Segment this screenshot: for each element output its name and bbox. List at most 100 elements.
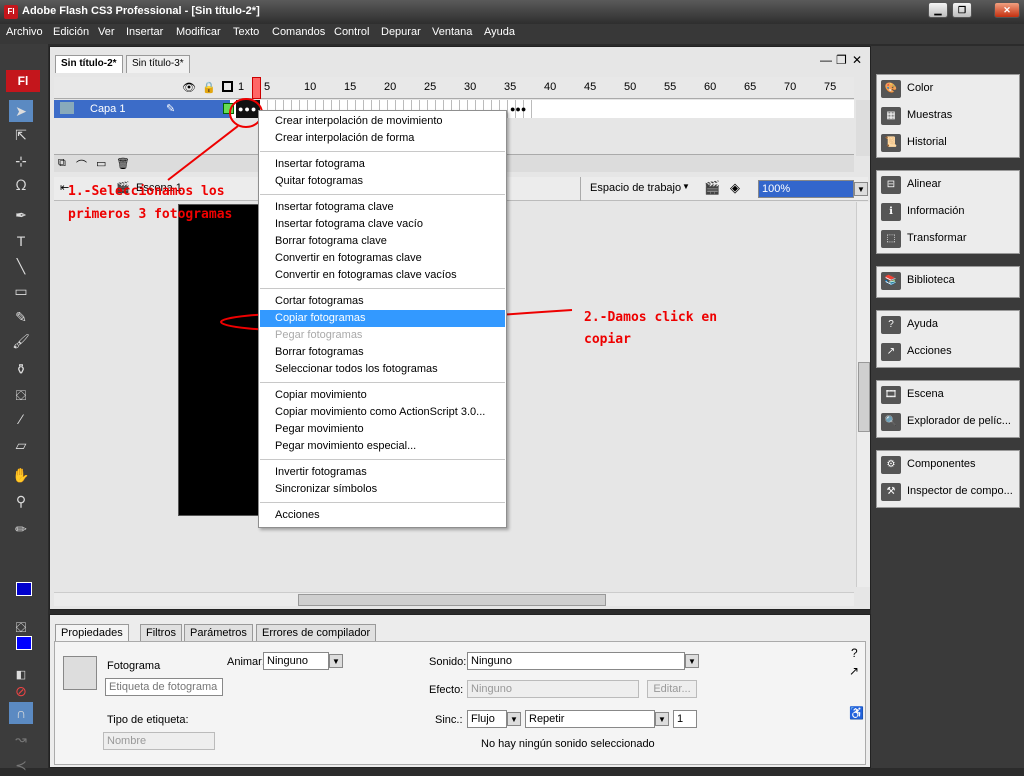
- menu-separator: [260, 459, 505, 460]
- expand-icon[interactable]: ↗: [849, 664, 859, 678]
- menu-separator: [260, 502, 505, 503]
- context-menu-item[interactable]: Cortar fotogramas: [260, 293, 505, 310]
- panel-item[interactable]: ↗ Acciones: [881, 340, 1017, 364]
- panel-item[interactable]: ℹ Información: [881, 200, 1017, 224]
- panel-item-label: Escena: [907, 388, 944, 400]
- annotation1-line2: primeros 3 fotogramas: [68, 207, 233, 222]
- label-type-select[interactable]: Nombre: [103, 732, 215, 750]
- annotation1-line: [167, 125, 239, 181]
- panel-item-label: Ayuda: [907, 318, 938, 330]
- panel-group-1: 🎨 Color ▦ Muestras 📜 Historial: [876, 74, 1020, 158]
- panel-item[interactable]: ⚒ Inspector de compo...: [881, 480, 1017, 504]
- panel-item-icon: ▦: [881, 107, 901, 125]
- context-menu-item[interactable]: Insertar fotograma clave vacío: [260, 216, 505, 233]
- panel-item-label: Acciones: [907, 345, 952, 357]
- menu-separator: [260, 288, 505, 289]
- panel-item[interactable]: 🎨 Color: [881, 77, 1017, 101]
- panel-item-label: Explorador de pelíc...: [907, 415, 1011, 427]
- frame-name-input[interactable]: Etiqueta de fotograma: [105, 678, 223, 696]
- repeat-count-input[interactable]: 1: [673, 710, 697, 728]
- panel-item-label: Alinear: [907, 178, 942, 190]
- panel-item-icon: ⚒: [881, 483, 901, 501]
- sound-select[interactable]: Ninguno: [467, 652, 685, 670]
- context-menu-item[interactable]: Seleccionar todos los fotogramas: [260, 361, 505, 378]
- panel-item-icon: 🎞: [881, 386, 901, 404]
- panel-item[interactable]: ⊟ Alinear: [881, 173, 1017, 197]
- panel-group-5: 🎞 Escena 🔍 Explorador de pelíc...: [876, 380, 1020, 438]
- sync-select[interactable]: Flujo: [467, 710, 507, 728]
- label-type-label: Tipo de etiqueta:: [107, 714, 189, 726]
- tween-dropdown-icon[interactable]: ▼: [329, 654, 343, 668]
- panel-item-label: Información: [907, 205, 965, 217]
- panel-item[interactable]: 🔍 Explorador de pelíc...: [881, 410, 1017, 434]
- repeat-select[interactable]: Repetir: [525, 710, 655, 728]
- panel-item-label: Muestras: [907, 109, 953, 121]
- context-menu-item[interactable]: Borrar fotogramas: [260, 344, 505, 361]
- sound-status: No hay ningún sonido seleccionado: [481, 738, 655, 750]
- panel-item-icon: ⊟: [881, 176, 901, 194]
- annotation1-line1: 1.-Seleccionamos los: [68, 184, 225, 199]
- panel-item[interactable]: 🎞 Escena: [881, 383, 1017, 407]
- panel-item[interactable]: 📚 Biblioteca: [881, 269, 1017, 293]
- context-menu-item[interactable]: Insertar fotograma: [260, 156, 505, 173]
- properties-tab[interactable]: Filtros: [140, 624, 182, 642]
- panel-item-label: Transformar: [907, 232, 967, 244]
- context-menu-item[interactable]: Copiar fotogramas: [260, 310, 505, 327]
- sound-dropdown-icon[interactable]: ▼: [685, 654, 699, 668]
- panel-item-label: Historial: [907, 136, 947, 148]
- menu-separator: [260, 382, 505, 383]
- annotation2-line2: copiar: [584, 332, 631, 347]
- menu-separator: [260, 194, 505, 195]
- edit-button[interactable]: Editar...: [647, 680, 697, 698]
- panel-item-icon: ↗: [881, 343, 901, 361]
- panel-item[interactable]: ▦ Muestras: [881, 104, 1017, 128]
- context-menu-item[interactable]: Quitar fotogramas: [260, 173, 505, 190]
- panel-group-6: ⚙ Componentes ⚒ Inspector de compo...: [876, 450, 1020, 508]
- panel-item-icon: ⚙: [881, 456, 901, 474]
- repeat-dropdown-icon[interactable]: ▼: [655, 712, 669, 726]
- context-menu-item[interactable]: Borrar fotograma clave: [260, 233, 505, 250]
- context-menu-item[interactable]: Copiar movimiento como ActionScript 3.0.…: [260, 404, 505, 421]
- context-menu-item[interactable]: Crear interpolación de movimiento: [260, 113, 505, 130]
- context-menu-item[interactable]: Pegar movimiento especial...: [260, 438, 505, 455]
- panel-item[interactable]: ? Ayuda: [881, 313, 1017, 337]
- sync-label: Sinc.:: [435, 714, 463, 726]
- panel-item-label: Color: [907, 82, 934, 94]
- properties-tab[interactable]: Propiedades: [55, 624, 129, 642]
- panel-item[interactable]: ⬚ Transformar: [881, 227, 1017, 251]
- frame-icon: [63, 656, 97, 690]
- context-menu-item[interactable]: Insertar fotograma clave: [260, 199, 505, 216]
- panel-item-label: Biblioteca: [907, 274, 955, 286]
- sync-dropdown-icon[interactable]: ▼: [507, 712, 521, 726]
- panel-item[interactable]: ⚙ Componentes: [881, 453, 1017, 477]
- context-menu-item[interactable]: Invertir fotogramas: [260, 464, 505, 481]
- panel-item-icon: ℹ: [881, 203, 901, 221]
- frame-context-menu: Crear interpolación de movimiento Crear i…: [258, 110, 507, 528]
- properties-tab[interactable]: Errores de compilador: [256, 624, 377, 642]
- help-icon[interactable]: ?: [851, 646, 858, 660]
- panel-group-4: ? Ayuda ↗ Acciones: [876, 310, 1020, 368]
- panel-item-icon: 📚: [881, 272, 901, 290]
- context-menu-item[interactable]: Convertir en fotogramas clave: [260, 250, 505, 267]
- context-menu-item[interactable]: Pegar fotogramas: [260, 327, 505, 344]
- panel-item-icon: 🎨: [881, 80, 901, 98]
- menu-separator: [260, 151, 505, 152]
- context-menu-item[interactable]: Crear interpolación de forma: [260, 130, 505, 147]
- panel-item-label: Componentes: [907, 458, 976, 470]
- panel-group-3: 📚 Biblioteca: [876, 266, 1020, 298]
- context-menu-item[interactable]: Copiar movimiento: [260, 387, 505, 404]
- sound-label: Sonido:: [429, 656, 467, 668]
- panel-item-icon: ?: [881, 316, 901, 334]
- tween-select[interactable]: Ninguno: [263, 652, 329, 670]
- properties-panel: Propiedades Filtros Parámetros Errores de c…: [49, 614, 871, 768]
- context-menu-item[interactable]: Acciones: [260, 507, 505, 524]
- properties-tab[interactable]: Parámetros: [184, 624, 253, 642]
- properties-body: Fotograma Etiqueta de fotograma Tipo de …: [54, 641, 866, 765]
- effect-select[interactable]: Ninguno: [467, 680, 639, 698]
- accessibility-icon[interactable]: ♿: [849, 706, 864, 720]
- context-menu-item[interactable]: Pegar movimiento: [260, 421, 505, 438]
- panel-item[interactable]: 📜 Historial: [881, 131, 1017, 155]
- context-menu-item[interactable]: Convertir en fotogramas clave vacíos: [260, 267, 505, 284]
- context-menu-item[interactable]: Sincronizar símbolos: [260, 481, 505, 498]
- effect-label: Efecto:: [429, 684, 464, 696]
